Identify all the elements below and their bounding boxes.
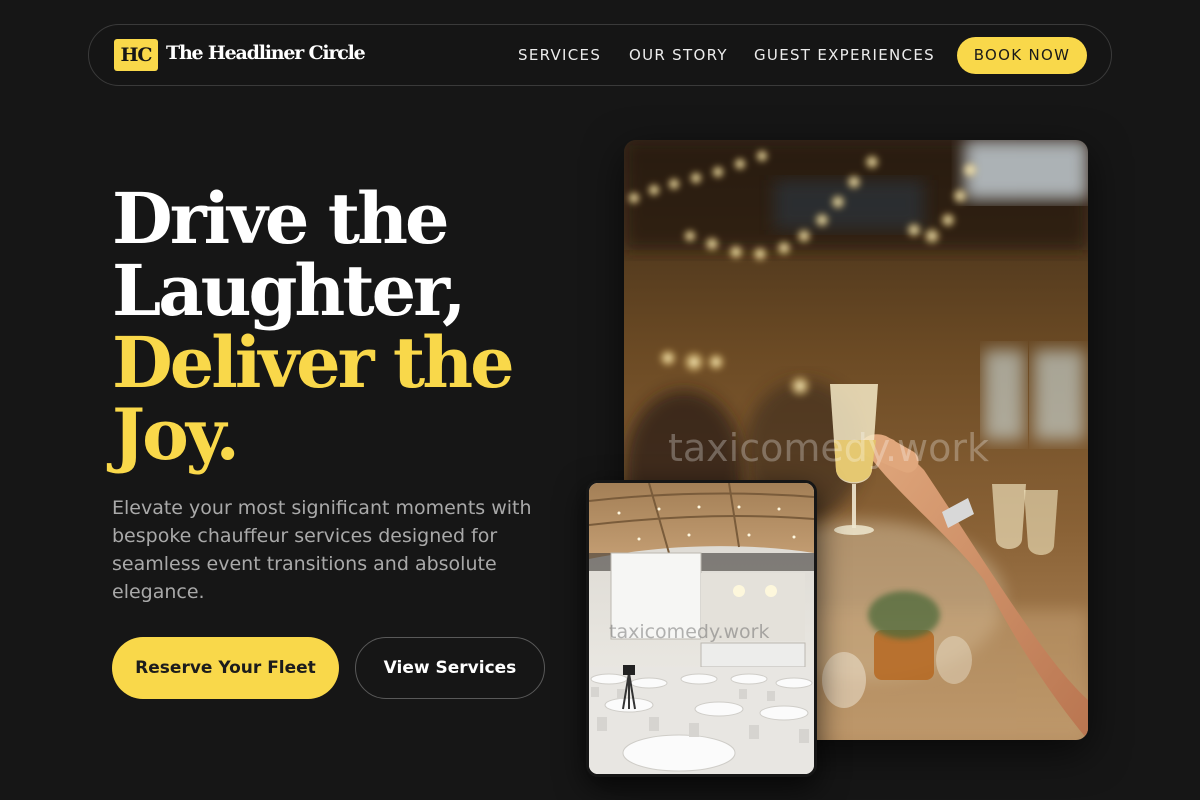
reserve-fleet-button[interactable]: Reserve Your Fleet (112, 637, 339, 699)
hero-headline: Drive the Laughter, Deliver the Joy. (112, 177, 515, 476)
logo-badge[interactable]: HC (114, 39, 158, 71)
nav-link-guest-experiences[interactable]: GUEST EXPERIENCES (754, 46, 935, 64)
headline-line-2: Laughter, (112, 249, 466, 332)
headline-line-3: Deliver the (112, 321, 515, 404)
nav-link-services[interactable]: SERVICES (518, 46, 601, 64)
headline-line-1: Drive the (112, 177, 450, 260)
book-now-button[interactable]: BOOK NOW (957, 37, 1087, 74)
top-navigation: HC The Headliner Circle SERVICES OUR STO… (88, 24, 1112, 86)
nav-link-our-story[interactable]: OUR STORY (629, 46, 728, 64)
view-services-button[interactable]: View Services (355, 637, 545, 699)
logo-text[interactable]: The Headliner Circle (166, 42, 366, 64)
conference-hall-photo: taxicomedy.work (586, 480, 817, 777)
hero-subtext: Elevate your most significant moments wi… (112, 497, 532, 603)
headline-line-4: Joy. (112, 393, 240, 476)
conference-hall-illustration (589, 483, 814, 774)
